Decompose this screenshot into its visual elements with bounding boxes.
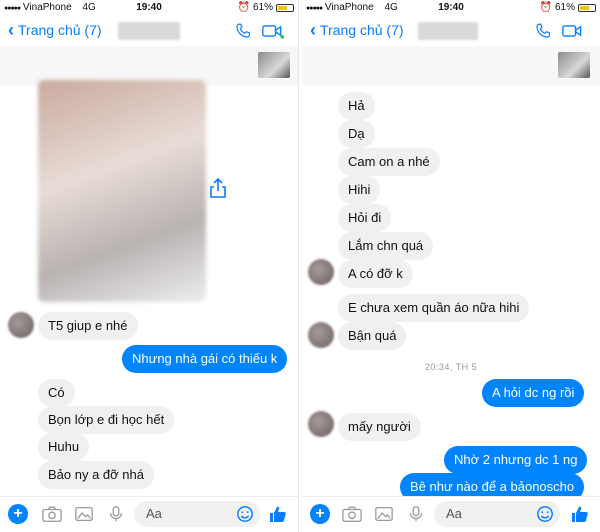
message-in: Cam on a nhé: [338, 148, 440, 176]
video-icon[interactable]: [562, 23, 584, 39]
smile-icon[interactable]: [236, 505, 254, 523]
chevron-left-icon: ‹: [8, 20, 14, 40]
message-in: Bọn lớp e đi học hết: [38, 406, 175, 434]
avatar[interactable]: [308, 411, 334, 437]
contact-thumbnail[interactable]: [558, 52, 590, 78]
back-button[interactable]: ‹ Trang chủ (7): [8, 20, 102, 40]
back-label: Trang chủ (7): [320, 22, 404, 38]
mic-icon[interactable]: [106, 505, 126, 523]
message-input-placeholder: Aa: [446, 506, 462, 521]
contact-thumbnail[interactable]: [258, 52, 290, 78]
gallery-icon[interactable]: [74, 505, 94, 523]
message-out: Nhưng nhà gái có thiếu k: [122, 345, 288, 373]
status-right: ⏰ 61%: [540, 2, 596, 13]
status-bar: ●●●●● VinaPhone 4G 19:40 ⏰ 61%: [302, 0, 600, 16]
message-in: Hả: [338, 92, 375, 120]
message-in: Hỏi đi: [338, 204, 392, 232]
pinned-bar: [302, 46, 600, 86]
thumbs-up-icon[interactable]: [570, 504, 590, 524]
message-out: Nhờ 2 nhưng dc 1 ng: [444, 446, 588, 474]
status-right: ⏰ 61%: [238, 2, 294, 13]
thumbs-up-icon[interactable]: [268, 504, 288, 524]
contact-name-blurred: [118, 22, 180, 40]
video-icon[interactable]: [262, 23, 284, 39]
share-icon[interactable]: [208, 177, 228, 199]
left-chat-screen: ●●●●● VinaPhone 4G 19:40 ⏰ 61% ‹ Trang c…: [0, 0, 298, 532]
right-chat-screen: ●●●●● VinaPhone 4G 19:40 ⏰ 61% ‹ Trang c…: [302, 0, 600, 532]
avatar[interactable]: [308, 322, 334, 348]
message-in: mấy người: [338, 413, 421, 441]
camera-icon[interactable]: [42, 505, 62, 523]
composer-bar: + Aa: [0, 496, 298, 532]
message-in: Lắm chn quá: [338, 232, 434, 260]
alarm-icon: ⏰: [539, 2, 552, 13]
gallery-icon[interactable]: [374, 505, 394, 523]
camera-icon[interactable]: [342, 505, 362, 523]
message-in: Bảo ny a đỡ nhá: [38, 461, 154, 489]
chevron-left-icon: ‹: [310, 20, 316, 40]
message-timestamp: 20:34, TH 5: [424, 362, 478, 372]
message-in: Bận quá: [338, 322, 407, 350]
nav-bar: ‹ Trang chủ (7): [0, 16, 298, 46]
message-input-placeholder: Aa: [146, 506, 162, 521]
back-button[interactable]: ‹ Trang chủ (7): [310, 20, 404, 40]
alarm-icon: ⏰: [237, 2, 250, 13]
battery-percent: 61%: [252, 2, 273, 13]
avatar[interactable]: [8, 312, 34, 338]
message-in: Có: [38, 379, 75, 407]
composer-bar: + Aa: [302, 496, 600, 532]
shared-photo-blurred[interactable]: [38, 80, 206, 302]
phone-icon[interactable]: [234, 22, 252, 40]
battery-icon: [578, 3, 596, 12]
smile-icon[interactable]: [536, 505, 554, 523]
message-in: Dạ: [338, 120, 375, 148]
battery-percent: 61%: [554, 2, 575, 13]
status-bar: ●●●●● VinaPhone 4G 19:40 ⏰ 61%: [0, 0, 298, 16]
avatar[interactable]: [308, 259, 334, 285]
plus-icon[interactable]: +: [8, 504, 28, 524]
message-in: T5 giup e nhé: [38, 312, 138, 340]
message-in: E chưa xem quần áo nữa hihi: [338, 294, 530, 322]
message-input[interactable]: Aa: [434, 501, 560, 527]
back-label: Trang chủ (7): [18, 22, 102, 38]
mic-icon[interactable]: [406, 505, 426, 523]
message-in: A có đỡ k: [338, 260, 413, 288]
message-in: Huhu: [38, 433, 90, 461]
plus-icon[interactable]: +: [310, 504, 330, 524]
message-in: Hihi: [338, 176, 381, 204]
nav-bar: ‹ Trang chủ (7): [302, 16, 600, 46]
phone-icon[interactable]: [534, 22, 552, 40]
contact-name-blurred: [418, 22, 478, 40]
message-out: A hỏi dc ng rồi: [482, 379, 585, 407]
battery-icon: [276, 3, 294, 12]
message-input[interactable]: Aa: [134, 501, 260, 527]
